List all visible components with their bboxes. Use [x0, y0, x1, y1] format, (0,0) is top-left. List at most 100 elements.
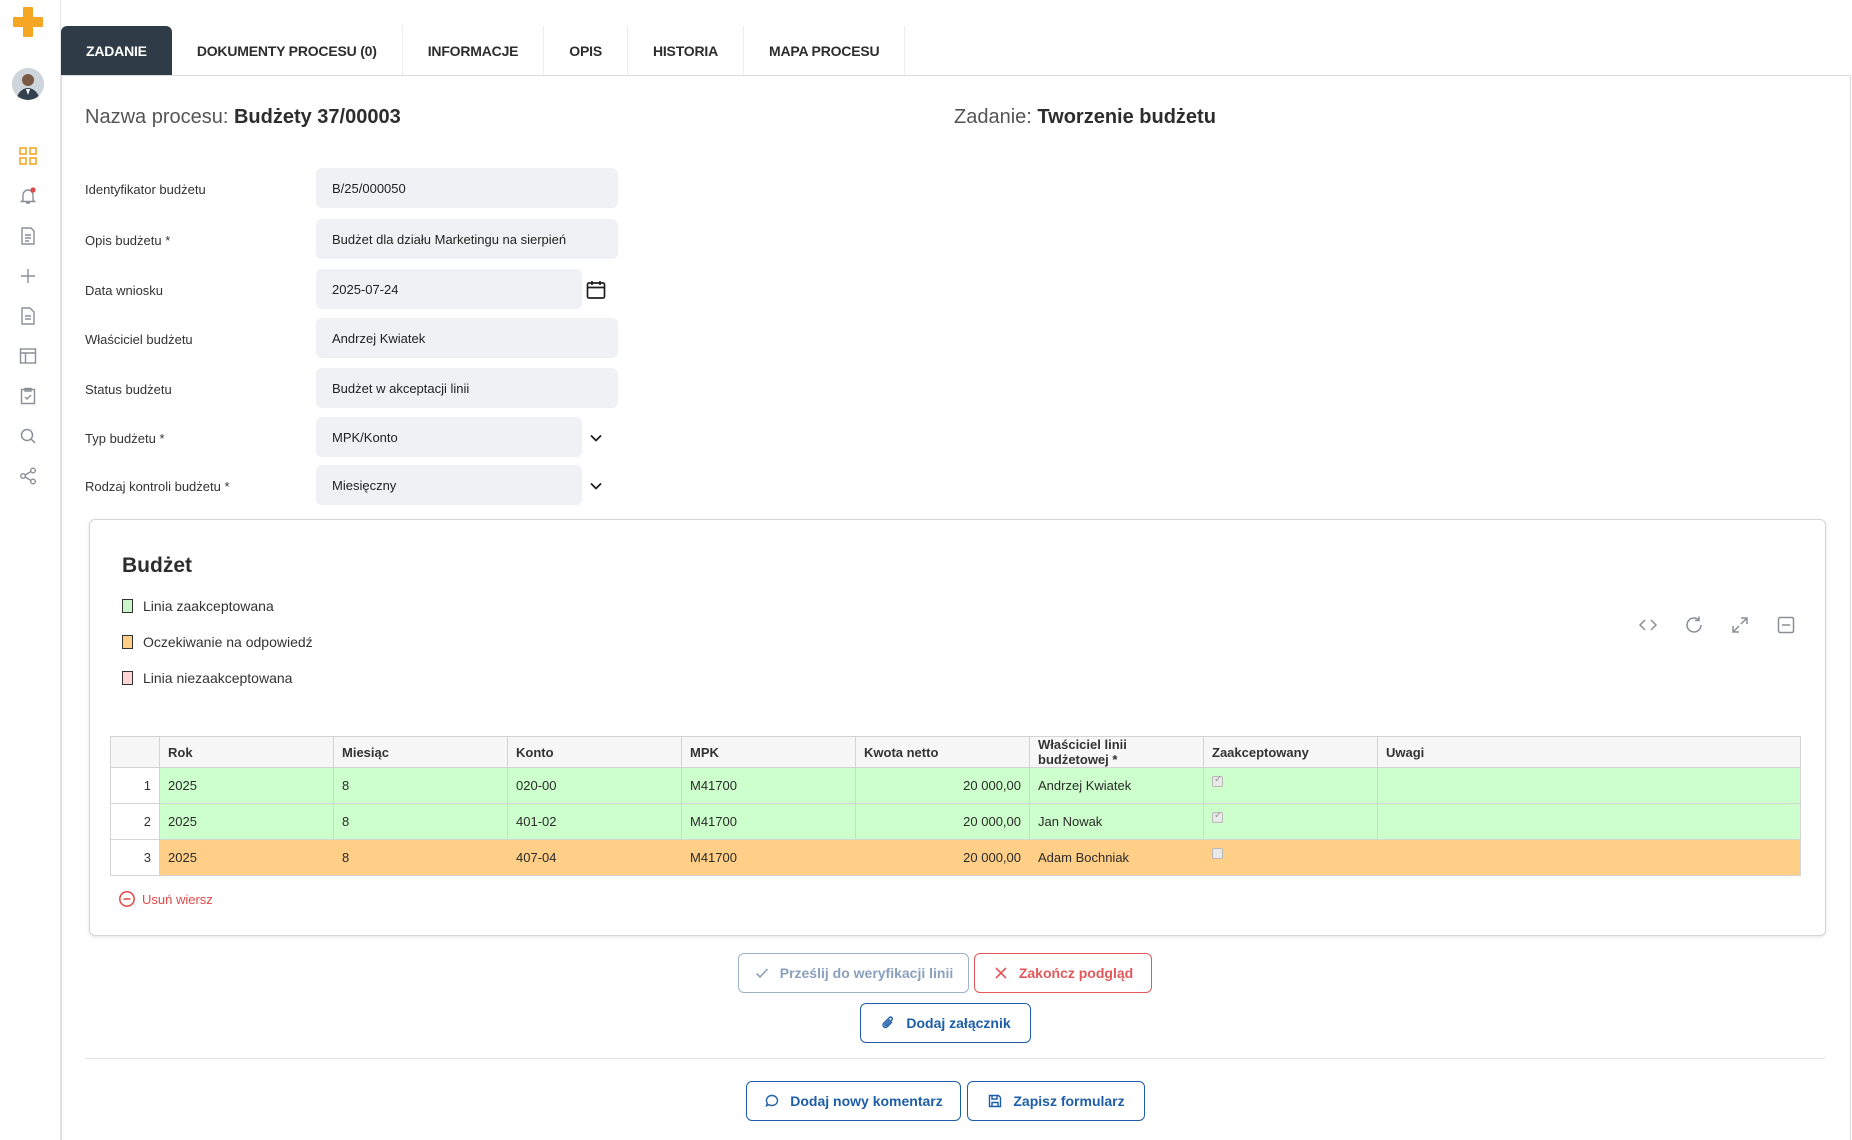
- budget-owner-label: Właściciel budżetu: [85, 332, 193, 347]
- column-header[interactable]: Kwota netto: [855, 736, 1030, 768]
- cell-rok[interactable]: 2025: [159, 839, 334, 876]
- accepted-checkbox: [1212, 848, 1223, 859]
- form-row-budget-description: Opis budżetu * Budżet dla działu Marketi…: [85, 219, 625, 259]
- card-toolbar: [1637, 614, 1797, 636]
- clipboard-check-icon[interactable]: [18, 386, 38, 406]
- cell-miesiac[interactable]: 8: [333, 803, 508, 840]
- search-icon[interactable]: [18, 426, 38, 446]
- remove-row-label: Usuń wiersz: [142, 891, 213, 907]
- save-icon: [989, 1094, 1002, 1108]
- cell-wlasciciel[interactable]: Adam Bochniak: [1029, 839, 1204, 876]
- table-header-row: Rok Miesiąc Konto MPK Kwota netto Właści…: [110, 736, 1801, 768]
- layout-icon[interactable]: [18, 346, 38, 366]
- column-header[interactable]: Miesiąc: [333, 736, 508, 768]
- column-header[interactable]: Uwagi: [1377, 736, 1801, 768]
- cell-miesiac[interactable]: 8: [333, 839, 508, 876]
- chevron-down-icon[interactable]: [585, 427, 607, 449]
- row-number: 3: [110, 839, 160, 876]
- process-name-heading: Nazwa procesu: Budżety 37/00003: [85, 106, 401, 129]
- add-comment-label: Dodaj nowy komentarz: [790, 1093, 943, 1109]
- cell-mpk[interactable]: M41700: [681, 767, 856, 804]
- task-list-icon[interactable]: [18, 226, 38, 246]
- cell-kwota-netto[interactable]: 20 000,00: [855, 839, 1030, 876]
- legend-accepted: Linia zaakceptowana: [122, 598, 274, 614]
- budget-description-field[interactable]: Budżet dla działu Marketingu na sierpień: [316, 219, 618, 259]
- table-row[interactable]: 1 2025 8 020-00 M41700 20 000,00 Andrzej…: [110, 767, 1801, 804]
- cell-mpk[interactable]: M41700: [681, 839, 856, 876]
- tab-opis[interactable]: OPIS: [544, 26, 628, 76]
- form-row-budget-owner: Właściciel budżetu Andrzej Kwiatek: [85, 318, 625, 358]
- dashboard-grid-icon[interactable]: [18, 146, 38, 166]
- form-row-budget-status: Status budżetu Budżet w akceptacji linii: [85, 368, 625, 408]
- column-header[interactable]: Konto: [507, 736, 682, 768]
- cell-uwagi[interactable]: [1377, 767, 1801, 804]
- calendar-icon[interactable]: [585, 279, 607, 301]
- form-row-budget-type: Typ budżetu * MPK/Konto: [85, 417, 625, 457]
- save-form-button[interactable]: Zapisz formularz: [967, 1081, 1145, 1121]
- form-row-request-date: Data wniosku 2025-07-24: [85, 269, 625, 309]
- cell-kwota-netto[interactable]: 20 000,00: [855, 767, 1030, 804]
- row-number: 1: [110, 767, 160, 804]
- row-number: 2: [110, 803, 160, 840]
- request-date-field[interactable]: 2025-07-24: [316, 269, 582, 309]
- legend-rejected-swatch: [122, 671, 133, 685]
- remove-row-button[interactable]: Usuń wiersz: [118, 890, 213, 908]
- column-header[interactable]: Zaakceptowany: [1203, 736, 1378, 768]
- cell-wlasciciel[interactable]: Jan Nowak: [1029, 803, 1204, 840]
- budget-type-select[interactable]: MPK/Konto: [316, 417, 582, 457]
- budget-control-type-select[interactable]: Miesięczny: [316, 465, 582, 505]
- cell-konto[interactable]: 401-02: [507, 803, 682, 840]
- expand-icon[interactable]: [1729, 614, 1751, 636]
- cell-konto[interactable]: 020-00: [507, 767, 682, 804]
- cell-uwagi[interactable]: [1377, 803, 1801, 840]
- cell-wlasciciel[interactable]: Andrzej Kwiatek: [1029, 767, 1204, 804]
- tab-zadanie[interactable]: ZADANIE: [61, 26, 172, 76]
- column-header[interactable]: MPK: [681, 736, 856, 768]
- budget-card: Budżet Linia zaakceptowana Oczekiwanie n…: [89, 519, 1826, 936]
- add-icon[interactable]: [18, 266, 38, 286]
- table-row[interactable]: 3 2025 8 407-04 M41700 20 000,00 Adam Bo…: [110, 839, 1801, 876]
- collapse-icon[interactable]: [1775, 614, 1797, 636]
- cell-kwota-netto[interactable]: 20 000,00: [855, 803, 1030, 840]
- send-verification-button[interactable]: Prześlij do weryfikacji linii: [738, 953, 969, 993]
- cell-uwagi[interactable]: [1377, 839, 1801, 876]
- app-logo-icon[interactable]: [12, 6, 44, 38]
- tab-mapa-procesu[interactable]: MAPA PROCESU: [744, 26, 906, 76]
- budget-owner-field[interactable]: Andrzej Kwiatek: [316, 318, 618, 358]
- budget-status-field[interactable]: Budżet w akceptacji linii: [316, 368, 618, 408]
- legend-rejected-label: Linia niezaakceptowana: [143, 670, 293, 686]
- cell-rok[interactable]: 2025: [159, 767, 334, 804]
- budget-id-field[interactable]: B/25/000050: [316, 168, 618, 208]
- row-number-header: [110, 736, 160, 768]
- request-date-label: Data wniosku: [85, 283, 164, 298]
- add-comment-button[interactable]: Dodaj nowy komentarz: [746, 1081, 961, 1121]
- column-header[interactable]: Właściciel linii budżetowej *: [1029, 736, 1204, 768]
- share-icon[interactable]: [18, 466, 38, 486]
- tab-historia[interactable]: HISTORIA: [628, 26, 744, 76]
- cell-mpk[interactable]: M41700: [681, 803, 856, 840]
- refresh-icon[interactable]: [1683, 614, 1705, 636]
- cell-rok[interactable]: 2025: [159, 803, 334, 840]
- cell-konto[interactable]: 407-04: [507, 839, 682, 876]
- table-row[interactable]: 2 2025 8 401-02 M41700 20 000,00 Jan Now…: [110, 803, 1801, 840]
- tab-dokumenty-procesu[interactable]: DOKUMENTY PROCESU (0): [172, 26, 403, 76]
- document-icon[interactable]: [18, 306, 38, 326]
- budget-type-label: Typ budżetu *: [85, 431, 165, 446]
- tab-informacje[interactable]: INFORMACJE: [403, 26, 545, 76]
- avatar[interactable]: [12, 68, 44, 100]
- accepted-checkbox: [1212, 774, 1223, 787]
- close-icon: [995, 967, 1007, 979]
- chevron-down-icon[interactable]: [585, 475, 607, 497]
- code-icon[interactable]: [1637, 614, 1659, 636]
- divider: [85, 1058, 1825, 1059]
- cell-zaakceptowany: [1203, 803, 1378, 840]
- comment-icon: [765, 1094, 779, 1107]
- end-preview-button[interactable]: Zakończ podgląd: [974, 953, 1152, 993]
- add-attachment-button[interactable]: Dodaj załącznik: [860, 1003, 1031, 1043]
- notifications-bell-icon[interactable]: [18, 186, 38, 206]
- cell-miesiac[interactable]: 8: [333, 767, 508, 804]
- legend-pending-swatch: [122, 635, 133, 649]
- column-header[interactable]: Rok: [159, 736, 334, 768]
- send-verification-label: Prześlij do weryfikacji linii: [779, 965, 954, 981]
- cell-zaakceptowany: [1203, 839, 1378, 876]
